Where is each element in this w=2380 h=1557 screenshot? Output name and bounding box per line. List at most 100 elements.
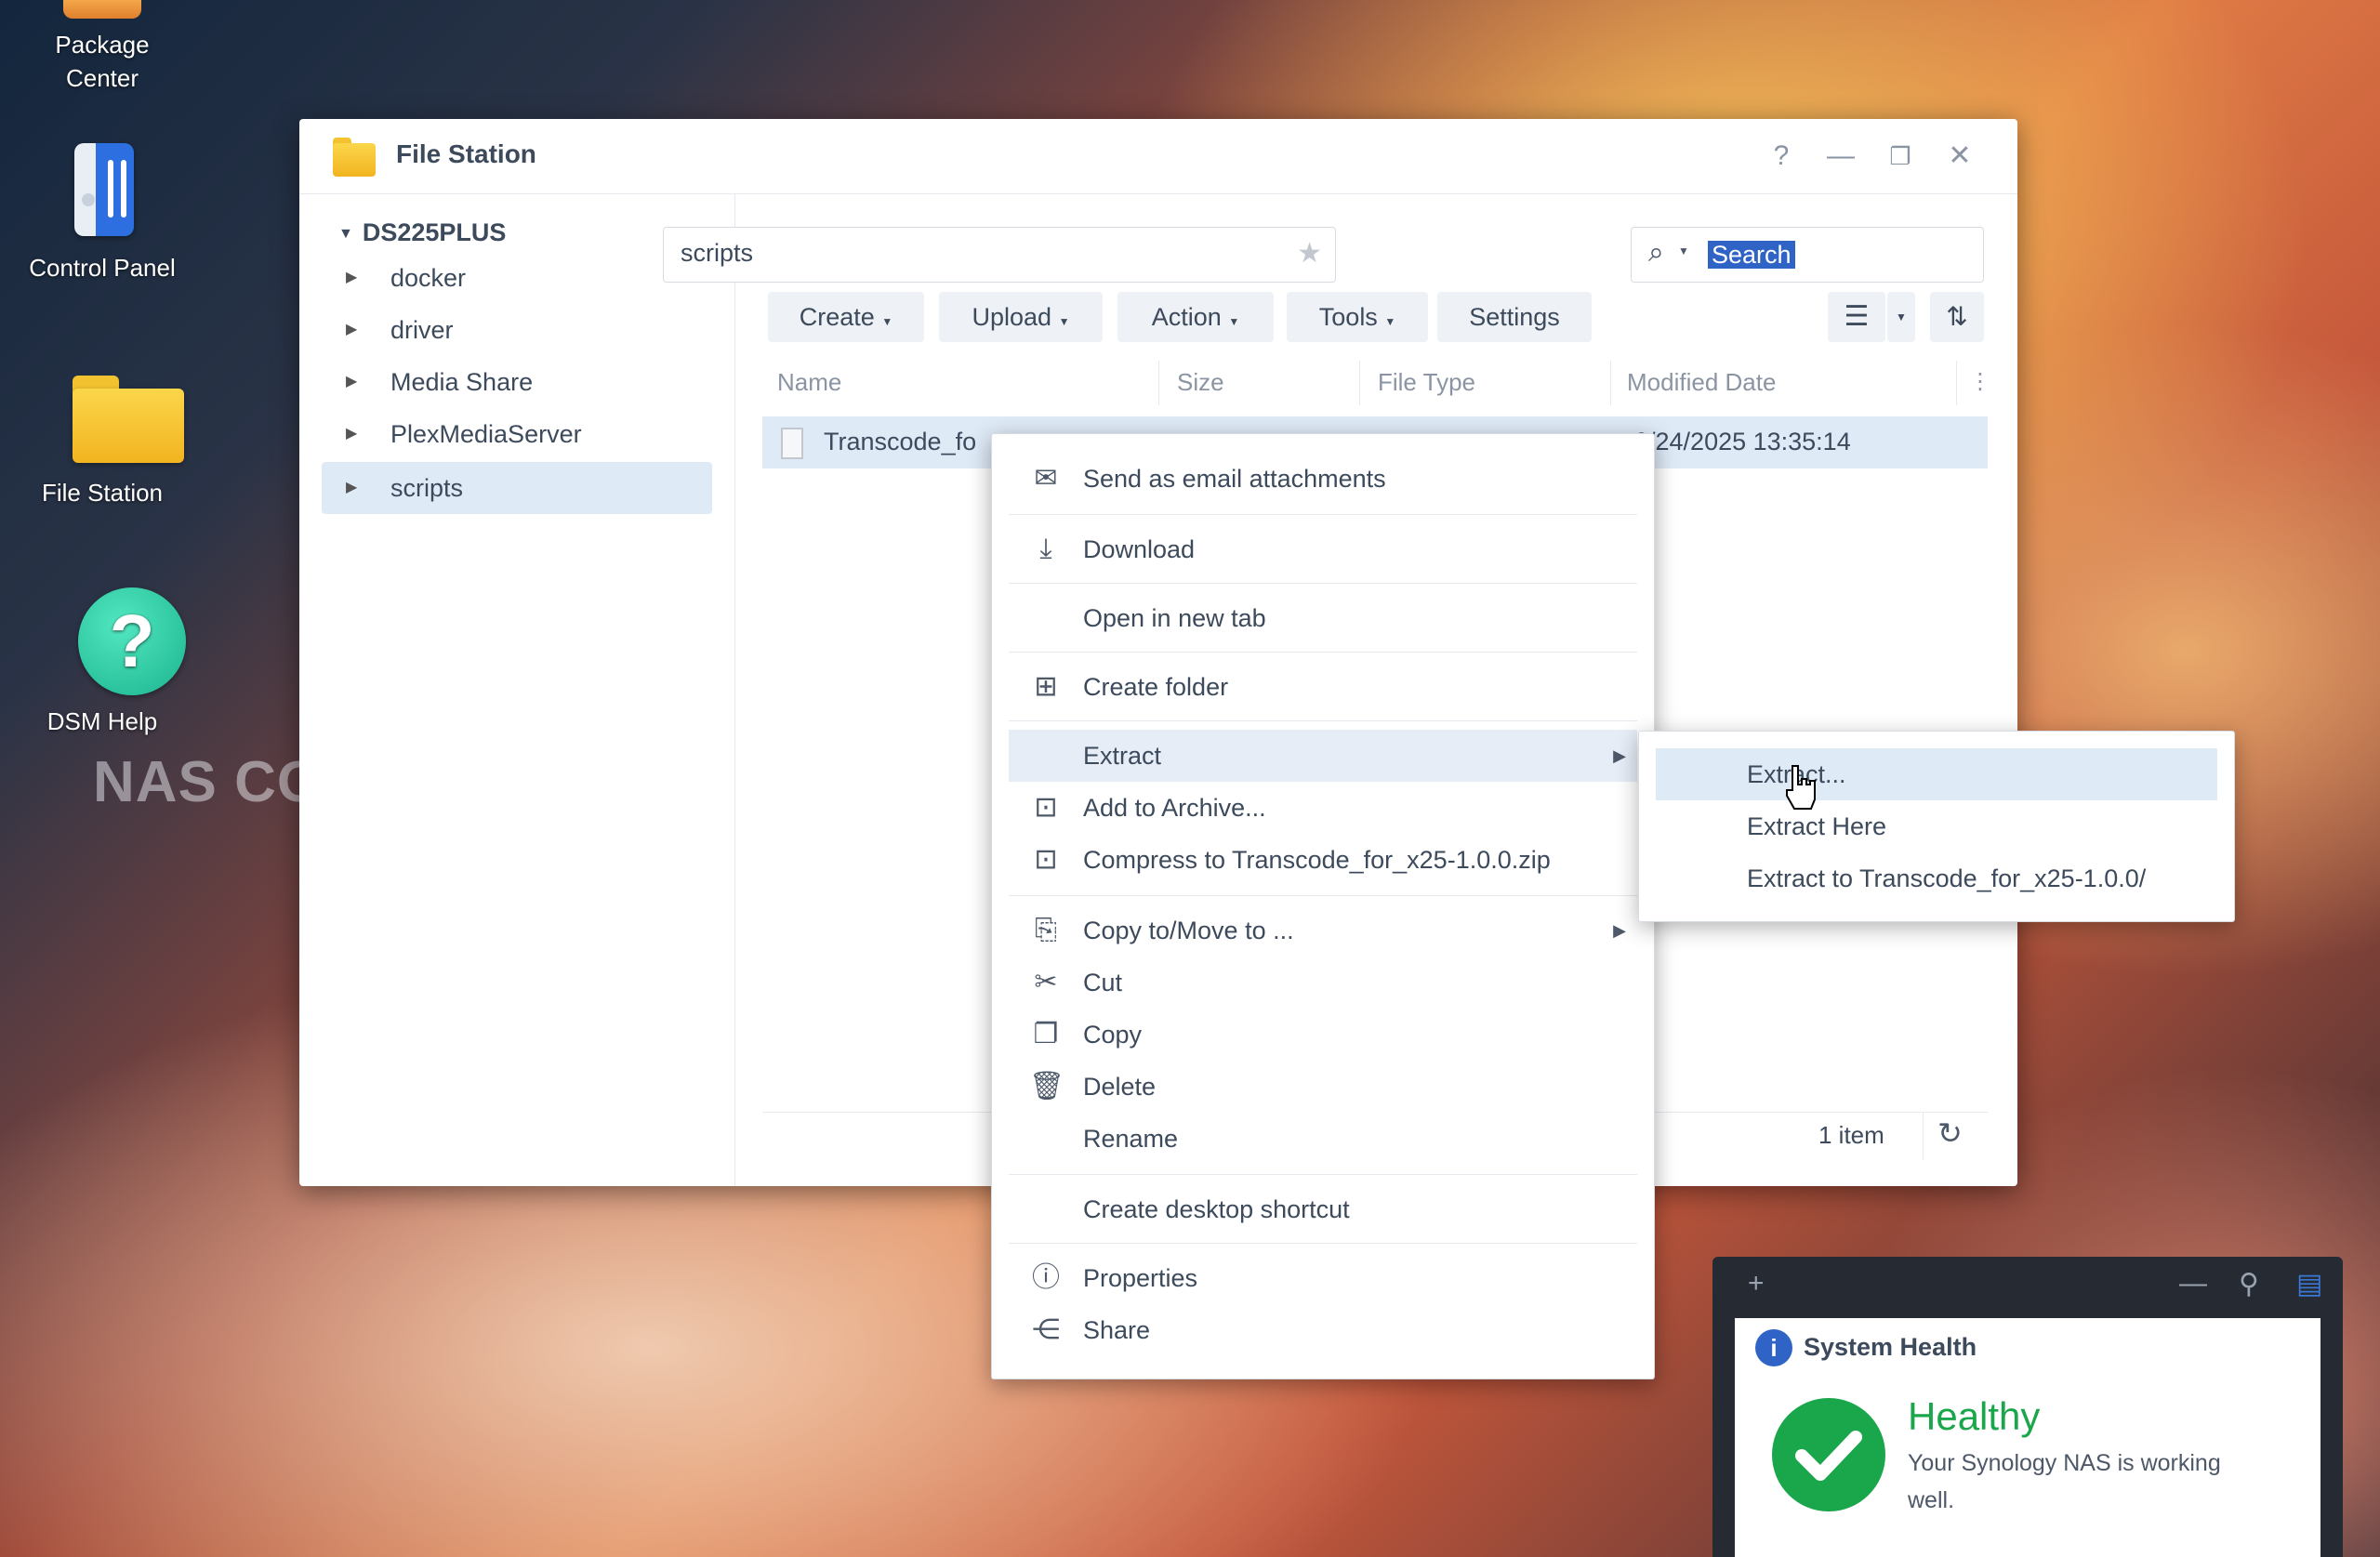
menu-item-delete[interactable]: 🗑 Delete (1009, 1061, 1637, 1113)
widget-toolbar: + — ⚲ ▤ (1712, 1257, 2343, 1318)
tree-root[interactable]: ▼ DS225PLUS (338, 218, 506, 247)
column-options-icon[interactable]: ⋮ (1969, 368, 1991, 395)
menu-item-label: Copy to/Move to ... (1083, 917, 1294, 944)
tree-item-label: Media Share (390, 368, 534, 396)
sort-icon[interactable]: ⇅ (1930, 292, 1984, 342)
column-header-name[interactable]: Name (777, 368, 841, 397)
health-status: Healthy (1908, 1394, 2041, 1438)
create-button[interactable]: Create ▼ (768, 292, 924, 342)
context-menu: ✉ Send as email attachments ⤓ Download Ope… (991, 433, 1655, 1379)
package-icon (46, 0, 158, 20)
minimize-icon[interactable]: — (2179, 1268, 2207, 1300)
submenu-item-extract-to[interactable]: Extract to Transcode_for_x25-1.0.0/ (1656, 852, 2217, 904)
pin-icon[interactable]: ⚲ (2239, 1268, 2259, 1300)
button-label: Tools (1318, 303, 1378, 331)
path-text: scripts (681, 239, 754, 267)
caret-right-icon: ▶ (346, 322, 358, 337)
tree-item-scripts[interactable]: ▶ scripts (322, 462, 712, 514)
submenu-item-extract-here[interactable]: Extract Here (1656, 800, 2217, 852)
desktop-icon-dsm-help[interactable]: ? DSM Help (17, 586, 188, 738)
desktop-icon-label: DSM Help (46, 707, 158, 735)
scissors-icon: ✂ (1034, 967, 1058, 997)
tree-item-label: driver (390, 316, 454, 344)
column-divider (1610, 361, 1611, 405)
search-icon: ⌕ (1648, 237, 1664, 268)
chevron-down-icon: ▼ (1228, 315, 1240, 328)
menu-item-create-desktop-shortcut[interactable]: Create desktop shortcut (1009, 1183, 1637, 1235)
menu-item-cut[interactable]: ✂ Cut (1009, 957, 1637, 1009)
chevron-down-icon: ▼ (1384, 315, 1396, 328)
chevron-down-icon[interactable]: ▼ (1887, 292, 1915, 342)
close-button[interactable]: ✕ (1941, 138, 1978, 175)
info-icon: i (1755, 1329, 1792, 1366)
menu-item-add-to-archive[interactable]: ⊡ Add to Archive... (1009, 782, 1637, 834)
copy-icon: ❐ (1033, 1019, 1059, 1049)
column-divider (1359, 361, 1360, 405)
menu-item-create-folder[interactable]: ⊞ Create folder (1009, 661, 1637, 713)
window-title: File Station (396, 139, 536, 168)
action-button[interactable]: Action ▼ (1117, 292, 1274, 342)
tree-item-media-share[interactable]: ▶ Media Share (322, 356, 712, 408)
chevron-down-icon: ▼ (1058, 315, 1070, 328)
menu-item-download[interactable]: ⤓ Download (1009, 523, 1637, 575)
chevron-down-icon: ▼ (881, 315, 893, 328)
tree-item-plexmediaserver[interactable]: ▶ PlexMediaServer (322, 408, 712, 460)
settings-button[interactable]: Settings (1437, 292, 1592, 342)
item-count: 1 item (1818, 1121, 1884, 1149)
desktop-icon-package-center[interactable]: Package Center (17, 0, 188, 95)
menu-item-properties[interactable]: ⓘ Properties (1009, 1252, 1637, 1304)
desktop-icon-control-panel[interactable]: Control Panel (17, 141, 188, 284)
menu-divider (1009, 1174, 1637, 1175)
desktop-icon-file-station[interactable]: File Station (17, 366, 188, 509)
menu-item-label: Download (1083, 535, 1196, 563)
refresh-icon[interactable]: ↻ (1937, 1115, 1963, 1151)
tree-item-driver[interactable]: ▶ driver (322, 304, 712, 356)
file-name: Transcode_fo (824, 428, 977, 455)
menu-item-label: Copy (1083, 1021, 1143, 1049)
archive-icon: ⊡ (1034, 792, 1058, 823)
desktop-icon-label: Center (65, 64, 139, 92)
settings-icon[interactable]: ▤ (2296, 1268, 2322, 1300)
menu-item-rename[interactable]: Rename (1009, 1113, 1637, 1165)
caret-right-icon: ▶ (346, 426, 358, 442)
search-input[interactable]: ⌕ ▼ Search (1631, 227, 1984, 283)
menu-item-extract[interactable]: Extract ▶ (1009, 730, 1637, 782)
add-icon[interactable]: + (1748, 1268, 1765, 1300)
menu-item-copy-move[interactable]: ⎘ Copy to/Move to ... ▶ (1009, 904, 1637, 957)
column-header-modified-date[interactable]: Modified Date (1627, 368, 1776, 397)
archive-icon: ⊡ (1034, 844, 1058, 875)
menu-item-share[interactable]: ⋲ Share (1009, 1304, 1637, 1356)
submenu-item-label: Extract Here (1747, 812, 1887, 840)
column-header-size[interactable]: Size (1177, 368, 1224, 397)
menu-item-copy[interactable]: ❐ Copy (1009, 1009, 1637, 1061)
menu-item-label: Add to Archive... (1083, 794, 1266, 822)
maximize-button[interactable]: ❐ (1882, 138, 1919, 175)
column-divider (1158, 361, 1159, 405)
extract-submenu: Extract... Extract Here Extract to Trans… (1638, 731, 2235, 922)
widget-body: i System Health Healthy Your Synology NA… (1735, 1318, 2320, 1557)
caret-right-icon: ▶ (1613, 746, 1626, 765)
column-header-file-type[interactable]: File Type (1378, 368, 1475, 397)
caret-right-icon: ▶ (1613, 921, 1626, 940)
tools-button[interactable]: Tools ▼ (1287, 292, 1428, 342)
menu-item-send-email[interactable]: ✉ Send as email attachments (1009, 453, 1637, 505)
menu-item-label: Properties (1083, 1264, 1198, 1292)
menu-item-compress[interactable]: ⊡ Compress to Transcode_for_x25-1.0.0.zip (1009, 834, 1637, 886)
minimize-button[interactable]: — (1822, 138, 1859, 175)
upload-button[interactable]: Upload ▼ (939, 292, 1103, 342)
path-bar[interactable]: scripts ★ (663, 227, 1336, 283)
submenu-item-extract[interactable]: Extract... (1656, 748, 2217, 800)
menu-item-label: Extract (1083, 742, 1162, 770)
mail-icon: ✉ (1034, 463, 1058, 494)
health-message: Your Synology NAS is working (1908, 1450, 2221, 1476)
star-icon[interactable]: ★ (1297, 237, 1322, 270)
title-bar[interactable]: File Station ? — ❐ ✕ (299, 119, 2017, 194)
menu-item-open-new-tab[interactable]: Open in new tab (1009, 592, 1637, 644)
submenu-item-label: Extract to Transcode_for_x25-1.0.0/ (1747, 864, 2147, 892)
tree-item-docker[interactable]: ▶ docker (322, 252, 712, 304)
desktop-icon-label: File Station (41, 479, 164, 507)
menu-item-label: Send as email attachments (1083, 465, 1386, 493)
help-button[interactable]: ? (1763, 138, 1800, 175)
search-text: Search (1708, 241, 1795, 269)
list-view-icon[interactable]: ☰ (1828, 292, 1885, 342)
